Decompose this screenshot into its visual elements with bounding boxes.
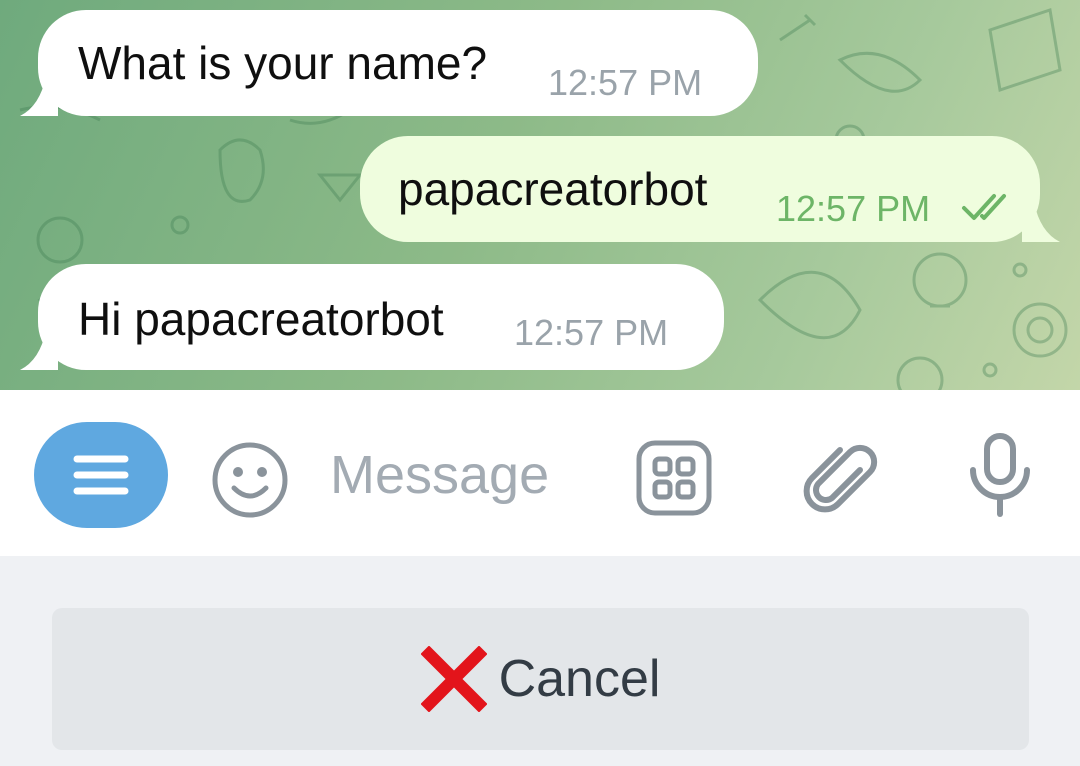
bubble-tail [1022, 202, 1060, 242]
menu-icon [73, 455, 129, 495]
message-time: 12:57 PM [548, 62, 703, 103]
message-input-bar [0, 390, 1080, 556]
chat-area: What is your name? 12:57 PM papacreatorb… [0, 0, 1080, 390]
message-bubble-incoming[interactable]: Hi papacreatorbot 12:57 PM [38, 264, 724, 370]
message-text: papacreatorbot [398, 163, 708, 215]
emoji-icon [212, 442, 288, 518]
bubble-tail [20, 76, 58, 116]
double-check-icon [962, 194, 1006, 220]
message-time: 12:57 PM [514, 312, 669, 353]
red-x-icon [420, 646, 487, 712]
message-time: 12:57 PM [776, 188, 931, 229]
emoji-button[interactable] [208, 438, 292, 522]
paperclip-icon [803, 444, 878, 513]
microphone-icon [970, 433, 1030, 517]
message-bubble-incoming[interactable]: What is your name? 12:57 PM [38, 10, 758, 116]
attach-button[interactable] [796, 434, 880, 518]
message-input[interactable] [330, 440, 610, 510]
bubble-tail [20, 330, 58, 370]
cancel-label: Cancel [498, 650, 661, 708]
message-text: What is your name? [78, 37, 488, 89]
bot-commands-button[interactable] [634, 438, 714, 518]
bot-menu-button[interactable] [34, 422, 168, 528]
cancel-button[interactable]: Cancel [52, 608, 1029, 750]
voice-message-button[interactable] [962, 430, 1038, 520]
bot-commands-icon [636, 440, 712, 516]
message-bubble-outgoing[interactable]: papacreatorbot 12:57 PM [360, 136, 1040, 242]
message-text: Hi papacreatorbot [78, 293, 444, 345]
